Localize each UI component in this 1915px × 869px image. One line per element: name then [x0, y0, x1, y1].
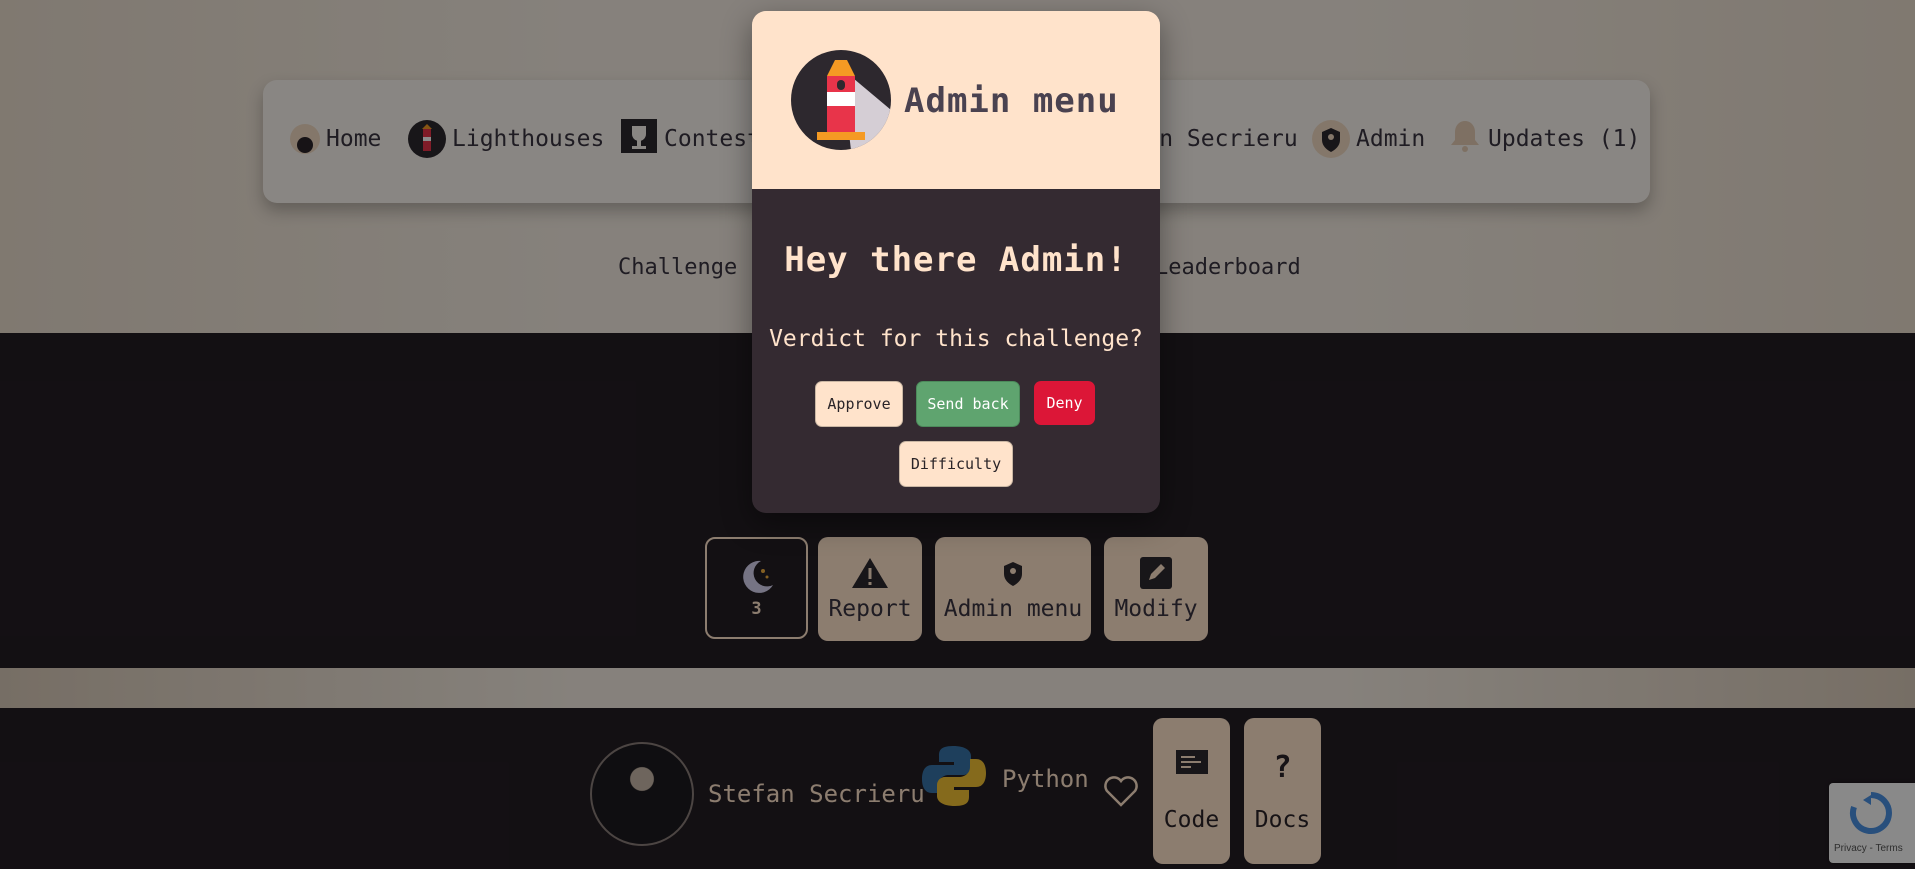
- admin-greeting: Hey there Admin!: [784, 240, 1128, 280]
- approve-button[interactable]: Approve: [815, 381, 903, 427]
- deny-button[interactable]: Deny: [1034, 381, 1095, 425]
- send-back-button[interactable]: Send back: [916, 381, 1020, 427]
- difficulty-button[interactable]: Difficulty: [899, 441, 1013, 487]
- modal-header: Admin menu: [752, 11, 1160, 189]
- lighthouse-logo-icon: [791, 50, 891, 150]
- verdict-question: Verdict for this challenge?: [769, 326, 1143, 352]
- modal-title: Admin menu: [904, 81, 1119, 121]
